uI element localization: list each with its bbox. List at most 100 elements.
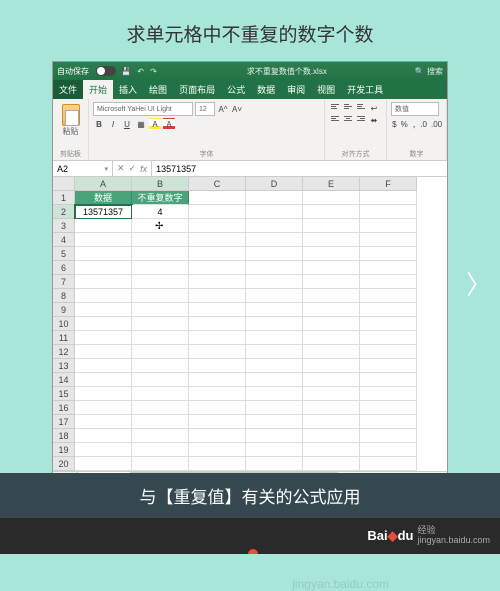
increase-font-icon[interactable]: A^ xyxy=(217,103,229,115)
cell-E13[interactable] xyxy=(303,359,360,373)
tab-formulas[interactable]: 公式 xyxy=(221,80,251,99)
cell-A17[interactable] xyxy=(75,415,132,429)
cell-A18[interactable] xyxy=(75,429,132,443)
cell-B13[interactable] xyxy=(132,359,189,373)
font-name-select[interactable]: Microsoft YaHei UI Light xyxy=(93,102,193,116)
cell-C15[interactable] xyxy=(189,387,246,401)
cell-C16[interactable] xyxy=(189,401,246,415)
cell-F13[interactable] xyxy=(360,359,417,373)
row-header-12[interactable]: 12 xyxy=(53,345,75,359)
cell-E7[interactable] xyxy=(303,275,360,289)
cell-F14[interactable] xyxy=(360,373,417,387)
cell-D17[interactable] xyxy=(246,415,303,429)
cell-F1[interactable] xyxy=(360,191,417,205)
cell-E3[interactable] xyxy=(303,219,360,233)
paste-icon[interactable] xyxy=(62,104,80,126)
cell-B3[interactable] xyxy=(132,219,189,233)
decrease-font-icon[interactable]: A˅ xyxy=(231,103,243,115)
cell-D6[interactable] xyxy=(246,261,303,275)
fx-icon[interactable]: fx xyxy=(140,164,147,174)
cell-C3[interactable] xyxy=(189,219,246,233)
align-right-icon[interactable] xyxy=(355,114,367,125)
cell-C14[interactable] xyxy=(189,373,246,387)
enter-icon[interactable]: ✓ xyxy=(129,163,137,174)
inc-decimal-button[interactable]: .0 xyxy=(419,118,428,130)
col-header-B[interactable]: B xyxy=(132,177,189,191)
align-left-icon[interactable] xyxy=(329,114,341,125)
font-size-select[interactable]: 12 xyxy=(195,102,215,116)
col-header-A[interactable]: A xyxy=(75,177,132,191)
cell-B9[interactable] xyxy=(132,303,189,317)
cell-F20[interactable] xyxy=(360,457,417,471)
cell-A5[interactable] xyxy=(75,247,132,261)
chevron-down-icon[interactable]: ▾ xyxy=(104,165,108,173)
font-color-button[interactable]: A xyxy=(163,118,175,130)
cell-D12[interactable] xyxy=(246,345,303,359)
cell-D13[interactable] xyxy=(246,359,303,373)
cell-B11[interactable] xyxy=(132,331,189,345)
cell-C1[interactable] xyxy=(189,191,246,205)
align-middle-icon[interactable] xyxy=(342,102,354,113)
cell-B1[interactable]: 不重复数字个数 xyxy=(132,191,189,205)
cell-B2[interactable]: 4 xyxy=(132,205,189,219)
cell-E15[interactable] xyxy=(303,387,360,401)
cell-A7[interactable] xyxy=(75,275,132,289)
cell-C9[interactable] xyxy=(189,303,246,317)
cell-F7[interactable] xyxy=(360,275,417,289)
row-header-19[interactable]: 19 xyxy=(53,443,75,457)
cell-F12[interactable] xyxy=(360,345,417,359)
row-header-13[interactable]: 13 xyxy=(53,359,75,373)
cell-A6[interactable] xyxy=(75,261,132,275)
row-header-18[interactable]: 18 xyxy=(53,429,75,443)
cell-D7[interactable] xyxy=(246,275,303,289)
cell-A15[interactable] xyxy=(75,387,132,401)
cell-E9[interactable] xyxy=(303,303,360,317)
cell-E2[interactable] xyxy=(303,205,360,219)
cell-D3[interactable] xyxy=(246,219,303,233)
cell-A11[interactable] xyxy=(75,331,132,345)
row-header-15[interactable]: 15 xyxy=(53,387,75,401)
fill-color-button[interactable]: A xyxy=(149,118,161,130)
cell-B20[interactable] xyxy=(132,457,189,471)
cell-F18[interactable] xyxy=(360,429,417,443)
row-header-9[interactable]: 9 xyxy=(53,303,75,317)
tab-review[interactable]: 审阅 xyxy=(281,80,311,99)
cell-D8[interactable] xyxy=(246,289,303,303)
cell-E19[interactable] xyxy=(303,443,360,457)
cell-D9[interactable] xyxy=(246,303,303,317)
cell-F19[interactable] xyxy=(360,443,417,457)
cell-D20[interactable] xyxy=(246,457,303,471)
cell-F4[interactable] xyxy=(360,233,417,247)
cell-D10[interactable] xyxy=(246,317,303,331)
cell-F3[interactable] xyxy=(360,219,417,233)
cell-F6[interactable] xyxy=(360,261,417,275)
cell-B15[interactable] xyxy=(132,387,189,401)
align-bottom-icon[interactable] xyxy=(355,102,367,113)
cell-F8[interactable] xyxy=(360,289,417,303)
cell-B17[interactable] xyxy=(132,415,189,429)
cell-D1[interactable] xyxy=(246,191,303,205)
cell-C8[interactable] xyxy=(189,289,246,303)
cell-E8[interactable] xyxy=(303,289,360,303)
cell-A10[interactable] xyxy=(75,317,132,331)
cell-B19[interactable] xyxy=(132,443,189,457)
italic-button[interactable]: I xyxy=(107,118,119,130)
cell-D2[interactable] xyxy=(246,205,303,219)
cell-E5[interactable] xyxy=(303,247,360,261)
col-header-F[interactable]: F xyxy=(360,177,417,191)
cell-D4[interactable] xyxy=(246,233,303,247)
bold-button[interactable]: B xyxy=(93,118,105,130)
cell-C19[interactable] xyxy=(189,443,246,457)
redo-icon[interactable]: ↷ xyxy=(150,67,157,76)
align-center-icon[interactable] xyxy=(342,114,354,125)
cell-A3[interactable] xyxy=(75,219,132,233)
cell-D15[interactable] xyxy=(246,387,303,401)
cell-C18[interactable] xyxy=(189,429,246,443)
cell-B16[interactable] xyxy=(132,401,189,415)
cell-E1[interactable] xyxy=(303,191,360,205)
cell-D11[interactable] xyxy=(246,331,303,345)
cell-E12[interactable] xyxy=(303,345,360,359)
cell-F2[interactable] xyxy=(360,205,417,219)
cell-B6[interactable] xyxy=(132,261,189,275)
cell-E10[interactable] xyxy=(303,317,360,331)
